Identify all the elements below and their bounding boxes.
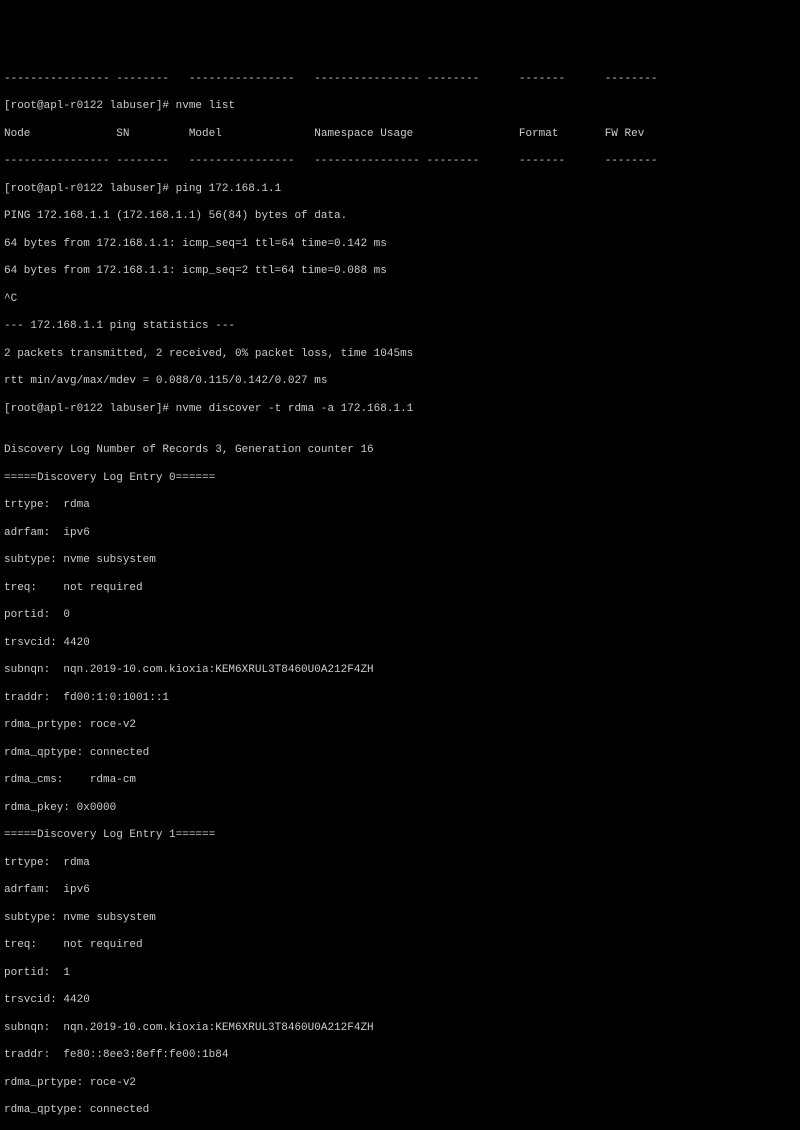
ping-stats-1: 2 packets transmitted, 2 received, 0% pa… xyxy=(4,348,796,362)
entry-0-subnqn: subnqn: nqn.2019-10.com.kioxia:KEM6XRUL3… xyxy=(4,664,796,678)
prompt-discover: [root@apl-r0122 labuser]# nvme discover … xyxy=(4,403,796,417)
entry-1-adrfam: adrfam: ipv6 xyxy=(4,884,796,898)
entry-1-portid: portid: 1 xyxy=(4,967,796,981)
entry-1-prtype: rdma_prtype: roce-v2 xyxy=(4,1077,796,1091)
ping-stats-2: rtt min/avg/max/mdev = 0.088/0.115/0.142… xyxy=(4,375,796,389)
ping-reply-2: 64 bytes from 172.168.1.1: icmp_seq=2 tt… xyxy=(4,265,796,279)
prompt-nvme-list: [root@apl-r0122 labuser]# nvme list xyxy=(4,100,796,114)
entry-0-trtype: trtype: rdma xyxy=(4,499,796,513)
entry-1-subnqn: subnqn: nqn.2019-10.com.kioxia:KEM6XRUL3… xyxy=(4,1022,796,1036)
entry-0-subtype: subtype: nvme subsystem xyxy=(4,554,796,568)
entry-0-header: =====Discovery Log Entry 0====== xyxy=(4,472,796,486)
entry-0-treq: treq: not required xyxy=(4,582,796,596)
entry-0-cms: rdma_cms: rdma-cm xyxy=(4,774,796,788)
entry-1-trtype: trtype: rdma xyxy=(4,857,796,871)
terminal-output[interactable]: ---------------- -------- --------------… xyxy=(4,59,796,1130)
table-header: Node SN Model Namespace Usage Format FW … xyxy=(4,128,796,142)
ping-stats-header: --- 172.168.1.1 ping statistics --- xyxy=(4,320,796,334)
entry-1-treq: treq: not required xyxy=(4,939,796,953)
entry-0-portid: portid: 0 xyxy=(4,609,796,623)
ping-header: PING 172.168.1.1 (172.168.1.1) 56(84) by… xyxy=(4,210,796,224)
entry-1-header: =====Discovery Log Entry 1====== xyxy=(4,829,796,843)
entry-0-qptype: rdma_qptype: connected xyxy=(4,747,796,761)
entry-0-traddr: traddr: fd00:1:0:1001::1 xyxy=(4,692,796,706)
entry-1-subtype: subtype: nvme subsystem xyxy=(4,912,796,926)
entry-1-trsvcid: trsvcid: 4420 xyxy=(4,994,796,1008)
ping-reply-1: 64 bytes from 172.168.1.1: icmp_seq=1 tt… xyxy=(4,238,796,252)
discovery-summary: Discovery Log Number of Records 3, Gener… xyxy=(4,444,796,458)
entry-1-traddr: traddr: fe80::8ee3:8eff:fe00:1b84 xyxy=(4,1049,796,1063)
entry-0-trsvcid: trsvcid: 4420 xyxy=(4,637,796,651)
table-sep: ---------------- -------- --------------… xyxy=(4,155,796,169)
entry-0-pkey: rdma_pkey: 0x0000 xyxy=(4,802,796,816)
entry-1-qptype: rdma_qptype: connected xyxy=(4,1104,796,1118)
entry-0-adrfam: adrfam: ipv6 xyxy=(4,527,796,541)
ping-interrupt: ^C xyxy=(4,293,796,307)
header-sep: ---------------- -------- --------------… xyxy=(4,73,796,87)
entry-0-prtype: rdma_prtype: roce-v2 xyxy=(4,719,796,733)
prompt-ping: [root@apl-r0122 labuser]# ping 172.168.1… xyxy=(4,183,796,197)
